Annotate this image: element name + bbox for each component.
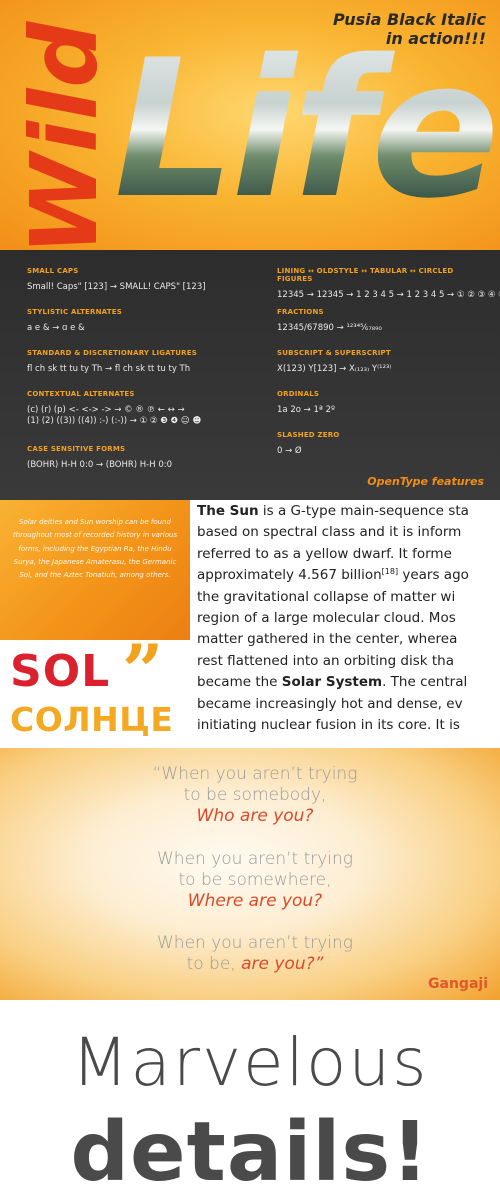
opentype-right-column: LINING ↔ OLDSTYLE ↔ TABULAR ↔ CIRCLED FI… [277, 267, 500, 472]
hero-tagline-line2: in action!!! [385, 29, 486, 48]
feature-slashed-zero: SLASHED ZERO 0 → Ø [277, 431, 482, 472]
quote-line: When you aren’t trying [156, 849, 353, 869]
feature-sample: (1) (2) ((3)) ((4)) :-) (:-)) → ① ② ❸ ❹ … [27, 416, 202, 426]
sol-cyrillic-word: СОЛНЦЕ [10, 700, 174, 739]
feature-heading: SUBSCRIPT & SUPERSCRIPT [277, 349, 391, 357]
quote-line: “When you aren’t trying [152, 764, 358, 784]
quote-line: to be somebody, [183, 785, 327, 805]
sol-section: Solar deities and Sun worship can be fou… [0, 500, 500, 748]
quote-author: Gangaji [428, 976, 488, 992]
quote-stanza-2: When you aren’t trying to be somewhere, … [0, 849, 500, 912]
feature-ordinals: ORDINALS 1a 2o → 1ª 2º [277, 390, 482, 431]
quote-line-accent: Where are you? [187, 891, 323, 911]
feature-sample: 12345/67890 → ¹²³⁴⁵⁄₆₇₈₉₀ [277, 323, 382, 333]
quote-stanza-3: When you aren’t trying to be, are you?” [0, 933, 500, 975]
feature-sample: a e & → ɑ e & [27, 323, 85, 333]
marvelous-section: Marvelous details! [0, 1000, 500, 1200]
sol-word: SOL [10, 646, 111, 697]
article-line: approximately 4.567 billion[18] years ag… [197, 565, 500, 586]
feature-stylistic-alternates: STYLISTIC ALTERNATES a e & → ɑ e & [27, 308, 252, 349]
feature-heading: FRACTIONS [277, 308, 324, 316]
feature-sample: 1a 2o → 1ª 2º [277, 405, 335, 415]
feature-sample: 0 → Ø [277, 446, 302, 456]
feature-heading: STYLISTIC ALTERNATES [27, 308, 122, 316]
feature-small-caps: SMALL CAPS Small! Caps" [123] → SMALL! C… [27, 267, 252, 308]
marvelous-headline: Marvelous [71, 1024, 429, 1101]
details-headline: details! [70, 1105, 430, 1200]
feature-figures: LINING ↔ OLDSTYLE ↔ TABULAR ↔ CIRCLED FI… [277, 267, 500, 308]
feature-sample: 12345 → 12345 → 1 2 3 4 5 → 1 2 3 4 5 → … [277, 290, 500, 300]
quote-line: to be, are you?” [0, 954, 500, 975]
article-bold: Solar System [281, 674, 383, 691]
article-line: referred to as a yellow dwarf. It forme [197, 545, 452, 562]
feature-contextual-alternates: CONTEXTUAL ALTERNATES (c) (r) (p) <- <->… [27, 390, 252, 445]
feature-sub-superscript: SUBSCRIPT & SUPERSCRIPT X(123) Y[123] → … [277, 349, 482, 390]
article-line: became the Solar System. The central [197, 672, 500, 693]
quote-line: to be somewhere, [178, 870, 332, 890]
article-line: the gravitational collapse of matter wi [197, 588, 456, 605]
article-line: region of a large molecular cloud. Mos [197, 610, 456, 627]
article-text: approximately 4.567 billion [197, 567, 382, 584]
article-line: became increasingly hot and dense, ev [197, 695, 463, 712]
article-line: based on spectral class and it is inform [197, 524, 462, 541]
article-text: is a G-type main-sequence sta [258, 503, 469, 519]
feature-sample: Small! Caps" [123] → SMALL! CAPS" [123] [27, 282, 206, 292]
quote-text: to be, [186, 954, 242, 974]
article-line: The Sun is a G-type main-sequence sta [197, 501, 500, 522]
feature-heading: CONTEXTUAL ALTERNATES [27, 390, 135, 398]
hero-tagline-line1: Pusia Black Italic [333, 10, 486, 29]
feature-sample: X(123) Y[123] → X₍₁₂₃₎ Y⁽¹²³⁾ [277, 364, 392, 374]
opentype-panel: SMALL CAPS Small! Caps" [123] → SMALL! C… [0, 250, 500, 500]
hero-banner: Wild Life Pusia Black Italic in action!!… [0, 0, 500, 250]
feature-ligatures: STANDARD & DISCRETIONARY LIGATURES fl ch… [27, 349, 252, 390]
hero-word-life: Life [114, 20, 500, 230]
quote-text-accent: are you?” [241, 954, 324, 974]
article-line: initiating nuclear fusion in its core. I… [197, 717, 460, 734]
feature-heading: LINING ↔ OLDSTYLE ↔ TABULAR ↔ CIRCLED FI… [277, 267, 454, 283]
feature-heading: CASE SENSITIVE FORMS [27, 445, 126, 453]
opentype-features-label: OpenType features [367, 475, 484, 488]
feature-case-sensitive: CASE SENSITIVE FORMS (BOHR) H-H 0:0 → (B… [27, 445, 252, 486]
feature-sample: (c) (r) (p) <- <-> -> → © ® ℗ ← ↔ → [27, 405, 185, 415]
feature-heading: SMALL CAPS [27, 267, 79, 275]
feature-heading: STANDARD & DISCRETIONARY LIGATURES [27, 349, 197, 357]
quote-mark: ” [122, 628, 164, 713]
svg-text:Life: Life [114, 20, 496, 230]
sol-note-text: Solar deities and Sun worship can be fou… [12, 518, 178, 580]
article-line: rest flattened into an orbiting disk tha [197, 652, 455, 669]
quote-section: “When you aren’t trying to be somebody, … [0, 748, 500, 1000]
feature-heading: SLASHED ZERO [277, 431, 340, 439]
sun-article-text: The Sun is a G-type main-sequence sta ba… [197, 501, 500, 736]
citation-ref[interactable]: [18] [382, 567, 398, 576]
feature-heading: ORDINALS [277, 390, 320, 398]
hero-tagline: Pusia Black Italic in action!!! [333, 10, 486, 48]
opentype-left-column: SMALL CAPS Small! Caps" [123] → SMALL! C… [27, 267, 252, 486]
feature-sample: fl ch sk tt tu ty Th → fl ch sk tt tu ty… [27, 364, 191, 374]
article-text: . The central [382, 674, 468, 691]
feature-sample: (BOHR) H-H 0:0 → (BOHR) H-H 0:0 [27, 460, 172, 470]
quote-line: When you aren’t trying [156, 933, 353, 953]
article-line: matter gathered in the center, wherea [197, 631, 458, 648]
article-text: became the [197, 674, 282, 691]
feature-fractions: FRACTIONS 12345/67890 → ¹²³⁴⁵⁄₆₇₈₉₀ [277, 308, 482, 349]
article-bold: The Sun [197, 503, 259, 519]
quote-line-accent: Who are you? [196, 806, 314, 826]
sol-note-box: Solar deities and Sun worship can be fou… [0, 500, 190, 640]
quote-stanza-1: “When you aren’t trying to be somebody, … [0, 764, 500, 827]
article-text: years ago [398, 567, 469, 584]
hero-word-wild: Wild [11, 20, 118, 250]
